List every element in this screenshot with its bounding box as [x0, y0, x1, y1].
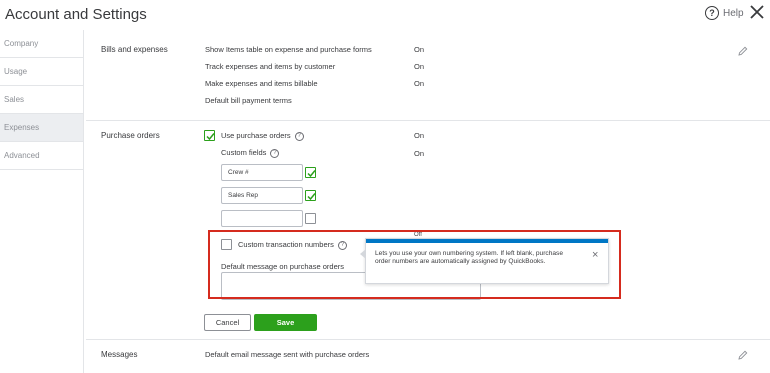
sidebar-item-sales[interactable]: Sales — [0, 86, 83, 114]
sidebar-item-expenses[interactable]: Expenses — [0, 114, 83, 142]
question-icon[interactable]: ? — [270, 148, 280, 158]
bills-row-text: Track expenses and items by customer — [205, 62, 336, 71]
custom-fields-text: Custom fields — [221, 148, 267, 157]
checkmark-icon — [307, 193, 316, 201]
sidebar-item-advanced[interactable]: Advanced — [0, 142, 83, 170]
custom-field-input-2[interactable]: Sales Rep — [221, 187, 303, 204]
messages-row-text: Default email message sent with purchase… — [205, 350, 370, 359]
use-purchase-orders-label: Use purchase orders? — [221, 131, 304, 141]
help-icon: ? — [705, 6, 719, 20]
help-button[interactable]: ? Help — [705, 6, 744, 20]
bills-expenses-label: Bills and expenses — [101, 45, 168, 54]
bills-row-text: Make expenses and items billable — [205, 79, 318, 88]
checkmark-icon — [307, 170, 316, 178]
sidebar-item-company[interactable]: Company — [0, 30, 83, 58]
save-button[interactable]: Save — [254, 314, 317, 331]
checkmark-icon — [206, 133, 215, 141]
header-bar: Account and Settings ? Help — [0, 0, 770, 30]
cancel-button[interactable]: Cancel — [204, 314, 251, 331]
messages-label: Messages — [101, 350, 138, 359]
custom-fields-value: On — [414, 149, 425, 158]
custom-field-checkbox-3[interactable] — [305, 213, 316, 224]
bills-row-text: Default bill payment terms — [205, 96, 292, 105]
use-po-text: Use purchase orders — [221, 131, 291, 140]
use-po-value: On — [414, 131, 425, 140]
help-label: Help — [723, 7, 744, 19]
highlight-box — [208, 230, 621, 299]
question-icon[interactable]: ? — [294, 131, 304, 141]
section-divider — [86, 339, 770, 340]
close-icon[interactable] — [748, 3, 766, 21]
section-divider — [86, 120, 770, 121]
custom-field-checkbox-1[interactable] — [305, 167, 316, 178]
purchase-orders-label: Purchase orders — [101, 131, 160, 140]
custom-field-checkbox-2[interactable] — [305, 190, 316, 201]
custom-field-input-3[interactable] — [221, 210, 303, 227]
edit-pencil-icon[interactable] — [738, 46, 748, 56]
bills-row-value: On — [414, 79, 425, 88]
edit-pencil-icon[interactable] — [738, 350, 748, 360]
custom-field-input-1[interactable]: Crew # — [221, 164, 303, 181]
use-purchase-orders-checkbox[interactable] — [204, 130, 215, 141]
page-title: Account and Settings — [5, 6, 147, 23]
account-settings-page: Account and Settings ? Help Company Usag… — [0, 0, 770, 373]
bills-row-text: Show Items table on expense and purchase… — [205, 45, 372, 54]
bills-row-value: On — [414, 62, 425, 71]
bills-row-value: On — [414, 45, 425, 54]
sidebar-item-usage[interactable]: Usage — [0, 58, 83, 86]
custom-fields-label: Custom fields? — [221, 148, 280, 158]
settings-sidebar: Company Usage Sales Expenses Advanced — [0, 30, 84, 373]
